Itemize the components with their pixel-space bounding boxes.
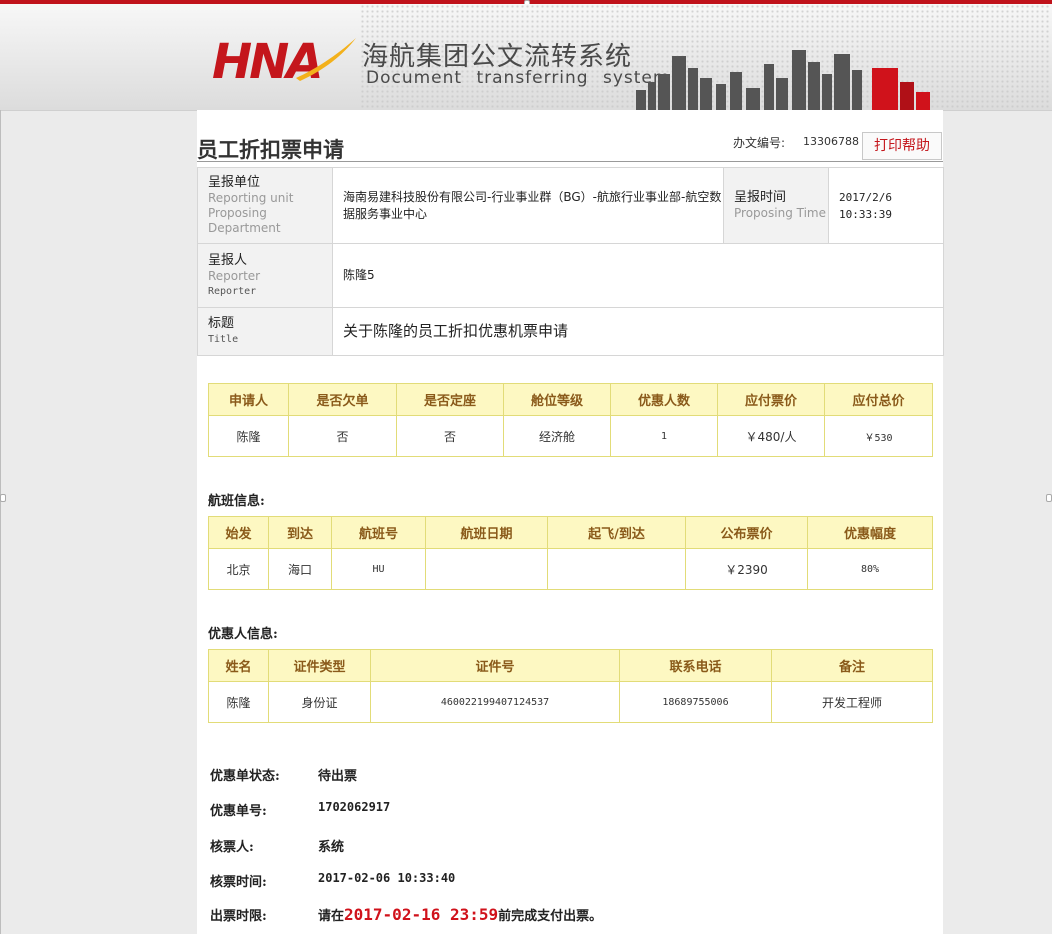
time-value-clock: 10:33:39 [839,207,892,221]
col-header-destination: 到达 [268,516,332,549]
state-label: 优惠单状态: [210,769,280,784]
table-header-row: 姓名 证件类型 证件号 联系电话 备注 [208,649,933,682]
app-header: HNA 海航集团公文流转系统 Document transferring sys… [0,4,1052,111]
beneficiary-section-label: 优惠人信息: [208,627,278,642]
city-skyline-graphic [636,50,930,110]
col-header-seat-booked: 是否定座 [396,383,504,416]
title-label-en: Title [208,334,239,345]
order-no-label: 优惠单号: [210,804,267,819]
col-header-discount-count: 优惠人数 [610,383,718,416]
order-no-value: 1702062917 [318,800,391,814]
time-value-cell: 2017/2/6 10:33:39 [828,167,944,244]
deadline-prefix: 请在 [318,909,345,924]
col-header-depart-arrive: 起飞/到达 [547,516,686,549]
cell-cabin-class: 经济舱 [503,415,611,457]
unit-label-cell: 呈报单位 Reporting unit Proposing Department [197,167,333,244]
check-time-value: 2017-02-06 10:33:40 [318,871,456,885]
cell-remark: 开发工程师 [771,681,933,723]
time-label-cn: 呈报时间 [734,190,787,205]
col-header-origin: 始发 [208,516,269,549]
cell-fare: ￥480/人 [717,415,825,457]
col-header-discount-rate: 优惠幅度 [807,516,933,549]
page-title: 员工折扣票申请 [197,137,344,162]
unit-value: 海南易建科技股份有限公司-行业事业群（BG）-航旅行业事业部-航空数据服务事业中… [332,167,724,244]
logo-swoosh-icon [296,38,356,81]
col-header-phone: 联系电话 [619,649,772,682]
cell-seat-booked: 否 [396,415,504,457]
time-label-cell: 呈报时间 Proposing Time [723,167,829,244]
checker-value: 系统 [318,840,345,855]
col-header-fare: 应付票价 [717,383,825,416]
time-value-date: 2017/2/6 [839,190,892,204]
resize-handle-left[interactable] [0,494,6,502]
col-header-flight-date: 航班日期 [425,516,548,549]
deadline-suffix: 前完成支付出票。 [498,909,603,924]
cell-id-type: 身份证 [268,681,371,723]
info-row-reporter: 呈报人 Reporter Reporter 陈隆5 [197,243,944,308]
reporter-label-en-2: Reporter [208,285,257,297]
title-value: 关于陈隆的员工折扣优惠机票申请 [332,307,944,356]
info-row-title: 标题 Title 关于陈隆的员工折扣优惠机票申请 [197,307,944,356]
application-table: 申请人 是否欠单 是否定座 舱位等级 优惠人数 应付票价 应付总价 陈隆 否 否… [208,383,933,457]
deadline-text: 请在2017-02-16 23:59前完成支付出票。 [318,905,602,924]
cell-discount-rate: 80% [807,548,933,590]
left-edge-rail [0,110,1,934]
reporter-value: 陈隆5 [332,243,944,308]
cell-origin: 北京 [208,548,269,590]
cell-discount-count: 1 [610,415,718,457]
cell-name: 陈隆 [208,681,269,723]
flight-table: 始发 到达 航班号 航班日期 起飞/到达 公布票价 优惠幅度 北京 海口 HU … [208,516,933,590]
col-header-total: 应付总价 [824,383,933,416]
info-row-unit: 呈报单位 Reporting unit Proposing Department… [197,167,944,244]
cell-total: ￥530 [824,415,933,457]
check-time-label: 核票时间: [210,875,267,890]
document-panel: 员工折扣票申请 办文编号: 13306788 打印帮助 呈报单位 Reporti… [197,110,944,934]
reporter-label-en: Reporter [208,268,261,283]
col-header-remark: 备注 [771,649,933,682]
col-header-cabin-class: 舱位等级 [503,383,611,416]
col-header-name: 姓名 [208,649,269,682]
doc-number-value: 13306788 [803,135,859,148]
doc-number-label: 办文编号: [733,136,786,150]
deadline-label: 出票时限: [210,909,267,924]
cell-id-number: 460022199407124537 [370,681,620,723]
col-header-applicant: 申请人 [208,383,289,416]
resize-handle-right[interactable] [1046,494,1052,502]
flight-section-label: 航班信息: [208,494,265,509]
cell-flight-no: HU [331,548,426,590]
cell-published-fare: ￥2390 [685,548,808,590]
unit-label-cn: 呈报单位 [208,175,261,190]
title-divider [197,161,943,162]
print-help-button[interactable]: 打印帮助 [862,132,942,160]
checker-label: 核票人: [210,840,254,855]
table-header-row: 申请人 是否欠单 是否定座 舱位等级 优惠人数 应付票价 应付总价 [208,383,933,416]
reporter-label-cell: 呈报人 Reporter Reporter [197,243,333,308]
col-header-id-type: 证件类型 [268,649,371,682]
cell-depart-arrive [547,548,686,590]
col-header-published-fare: 公布票价 [685,516,808,549]
deadline-time: 2017-02-16 23:59 [344,905,499,924]
title-label-cell: 标题 Title [197,307,333,356]
table-header-row: 始发 到达 航班号 航班日期 起飞/到达 公布票价 优惠幅度 [208,516,933,549]
col-header-owing: 是否欠单 [288,383,397,416]
col-header-id-number: 证件号 [370,649,620,682]
reporter-label-cn: 呈报人 [208,252,248,268]
title-label-cn: 标题 [208,316,235,331]
table-row: 陈隆 身份证 460022199407124537 18689755006 开发… [208,681,933,723]
table-row: 陈隆 否 否 经济舱 1 ￥480/人 ￥530 [208,415,933,457]
cell-destination: 海口 [268,548,332,590]
cell-applicant: 陈隆 [208,415,289,457]
unit-label-en-2: Proposing Department [208,206,281,235]
time-label-en: Proposing Time [734,206,826,220]
state-value: 待出票 [318,769,358,784]
beneficiary-table: 姓名 证件类型 证件号 联系电话 备注 陈隆 身份证 4600221994071… [208,649,933,723]
system-title-en: Document transferring system [366,68,671,88]
unit-label-en: Reporting unit [208,191,294,205]
request-info-table: 呈报单位 Reporting unit Proposing Department… [197,167,944,356]
cell-flight-date [425,548,548,590]
cell-phone: 18689755006 [619,681,772,723]
table-row: 北京 海口 HU ￥2390 80% [208,548,933,590]
cell-owing: 否 [288,415,397,457]
col-header-flight-no: 航班号 [331,516,426,549]
